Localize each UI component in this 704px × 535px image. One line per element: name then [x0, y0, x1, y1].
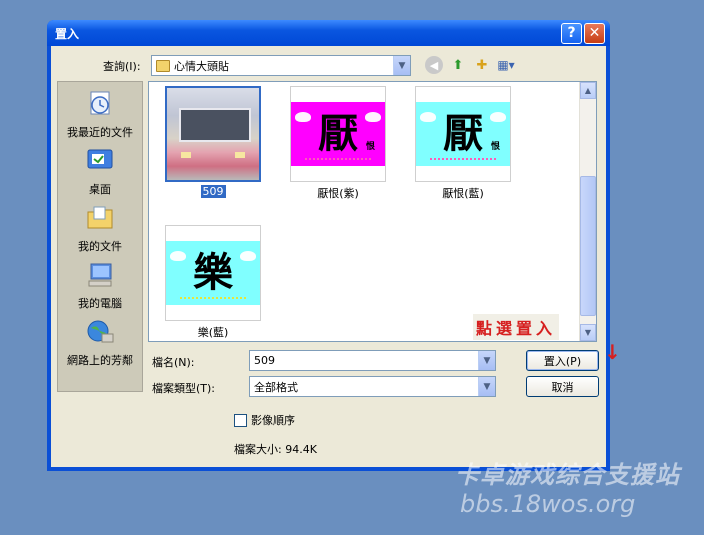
place-label: 我的電腦: [78, 297, 122, 310]
toolbar: ◀ ⬆ ✚ ▦▾: [425, 56, 515, 74]
place-desktop[interactable]: 桌面: [58, 147, 142, 197]
place-my-documents[interactable]: 我的文件: [58, 204, 142, 254]
close-button[interactable]: ✕: [584, 22, 605, 44]
filename-input[interactable]: 509 ▼: [249, 350, 496, 371]
view-menu-icon[interactable]: ▦▾: [497, 56, 515, 74]
arrow-down-icon: ↓: [604, 340, 621, 364]
title-bar: 置入 ? ✕: [47, 20, 610, 46]
sticker-char: 厭: [318, 110, 358, 157]
sticker-small-char: 恨: [365, 142, 375, 152]
file-size: 檔案大小: 94.4K: [234, 443, 317, 456]
look-in-combo[interactable]: 心情大頭貼 ▼: [151, 55, 411, 76]
my-computer-icon: [88, 263, 112, 287]
filename-label: 檔名(N):: [152, 356, 195, 369]
file-item-509[interactable]: 509: [163, 86, 263, 198]
back-icon[interactable]: ◀: [425, 56, 443, 74]
scroll-down-icon[interactable]: ▼: [580, 324, 596, 341]
filetype-label: 檔案類型(T):: [152, 382, 216, 395]
scroll-up-icon[interactable]: ▲: [580, 82, 596, 99]
up-folder-icon[interactable]: ⬆: [449, 56, 467, 74]
thumbnail: 樂: [165, 225, 261, 321]
thumbnail: 厭 恨: [290, 86, 386, 182]
filetype-select[interactable]: 全部格式 ▼: [249, 376, 496, 397]
file-name: 厭恨(藍): [442, 187, 484, 200]
sticker-small-char: 恨: [490, 142, 500, 152]
filetype-value: 全部格式: [254, 380, 298, 394]
image-sequence-checkbox[interactable]: [234, 413, 247, 427]
place-recent[interactable]: 我最近的文件: [58, 90, 142, 140]
my-documents-icon: [87, 206, 113, 229]
place-network[interactable]: 網路上的芳鄰: [58, 318, 142, 368]
sticker-char: 樂: [193, 249, 233, 296]
chevron-down-icon[interactable]: ▼: [478, 377, 495, 396]
look-in-label: 查詢(I):: [103, 60, 141, 73]
chevron-down-icon[interactable]: ▼: [478, 351, 495, 370]
dialog-title: 置入: [55, 26, 80, 41]
watermark-title: 卡卓游戏综合支援站: [455, 461, 680, 489]
help-button[interactable]: ?: [561, 22, 582, 44]
network-places-icon: [87, 320, 114, 343]
file-name: 509: [200, 185, 226, 198]
sticker-char: 厭: [443, 110, 483, 157]
sticker-image: 厭 恨: [291, 102, 385, 166]
file-name: 樂(藍): [197, 326, 229, 339]
image-sequence-label: 影像順序: [251, 414, 295, 427]
thumbnail: [165, 86, 261, 182]
watermark-url: bbs.18wos.org: [460, 490, 636, 518]
sticker-image: 厭 恨: [416, 102, 510, 166]
scroll-thumb[interactable]: [580, 176, 596, 316]
folder-icon: [156, 59, 170, 72]
desktop-icon: [87, 149, 113, 169]
look-in-value: 心情大頭貼: [174, 59, 229, 73]
places-bar: 我最近的文件 桌面 我的文件 我的電腦 網路上的芳鄰: [57, 81, 143, 392]
place-button[interactable]: 置入(P): [526, 350, 599, 371]
recent-documents-icon: [90, 91, 110, 115]
chevron-down-icon[interactable]: ▼: [393, 56, 410, 75]
place-label: 桌面: [89, 183, 111, 196]
thumbnail: 厭 恨: [415, 86, 511, 182]
place-label: 我最近的文件: [67, 126, 133, 139]
new-folder-icon[interactable]: ✚: [473, 56, 491, 74]
bus-photo: [167, 88, 259, 180]
file-item-yan-hen-blue[interactable]: 厭 恨 厭恨(藍): [413, 86, 513, 201]
file-list[interactable]: 509 厭 恨 厭恨(紫) 厭 恨 厭恨(藍) 樂 樂(藍) ▲ ▼: [148, 81, 597, 342]
filename-value: 509: [254, 354, 275, 367]
file-item-le-blue[interactable]: 樂 樂(藍): [163, 225, 263, 340]
file-name: 厭恨(紫): [317, 187, 359, 200]
dialog-body: 查詢(I): 心情大頭貼 ▼ ◀ ⬆ ✚ ▦▾ 我最近的文件 桌面 我的文件 我…: [51, 46, 621, 467]
image-sequence-option[interactable]: 影像順序: [234, 412, 295, 428]
place-label: 我的文件: [78, 240, 122, 253]
instruction-annotation: 點選置入: [473, 314, 560, 340]
insert-dialog: 置入 ? ✕ 查詢(I): 心情大頭貼 ▼ ◀ ⬆ ✚ ▦▾ 我最近的文件 桌面…: [47, 20, 621, 471]
cancel-button[interactable]: 取消: [526, 376, 599, 397]
sticker-image: 樂: [166, 241, 260, 305]
file-item-yan-hen-purple[interactable]: 厭 恨 厭恨(紫): [288, 86, 388, 201]
place-my-computer[interactable]: 我的電腦: [58, 261, 142, 311]
place-label: 網路上的芳鄰: [67, 354, 133, 367]
vertical-scrollbar[interactable]: ▲ ▼: [579, 82, 596, 341]
